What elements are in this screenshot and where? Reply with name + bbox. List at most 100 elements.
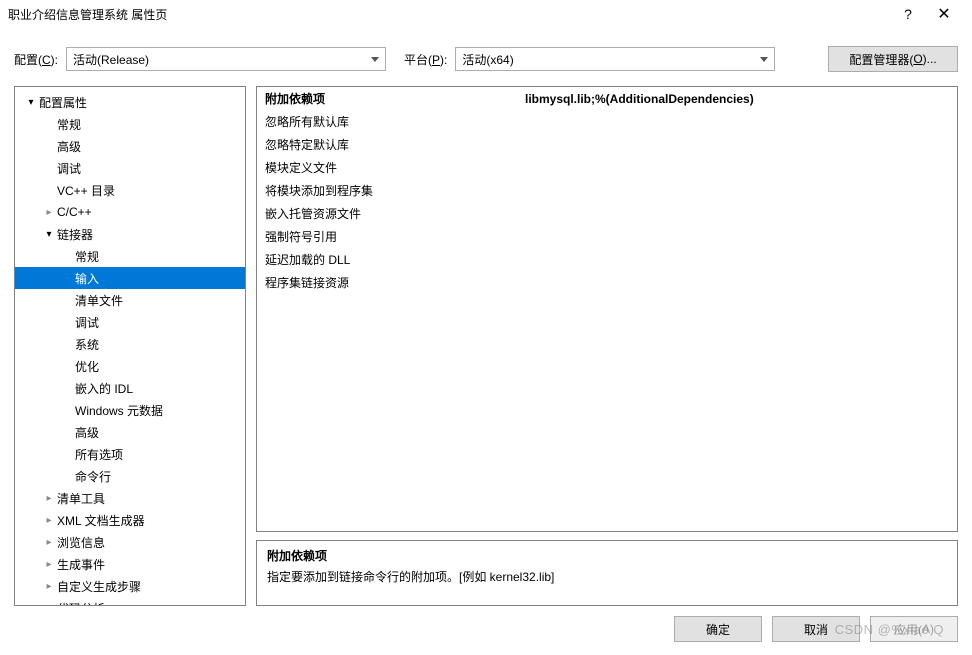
platform-combo-value: 活动(x64) [462, 51, 513, 68]
tree-item-label: 所有选项 [75, 446, 123, 463]
description-title: 附加依赖项 [267, 547, 947, 564]
property-grid[interactable]: 附加依赖项libmysql.lib;%(AdditionalDependenci… [256, 86, 958, 532]
property-name: 模块定义文件 [257, 156, 517, 179]
tree-item[interactable]: 浏览信息 [15, 531, 245, 553]
tree-item-label: 嵌入的 IDL [75, 380, 133, 397]
tree-item-label: 自定义生成步骤 [57, 578, 141, 595]
tree-item-label: 常规 [57, 116, 81, 133]
tree-item[interactable]: 高级 [15, 421, 245, 443]
property-name: 嵌入托管资源文件 [257, 202, 517, 225]
tree-item[interactable]: 常规 [15, 113, 245, 135]
tree-item-label: 高级 [57, 138, 81, 155]
property-row[interactable]: 将模块添加到程序集 [257, 179, 957, 202]
tree-item-label: 清单文件 [75, 292, 123, 309]
tree-item[interactable]: 清单工具 [15, 487, 245, 509]
property-row[interactable]: 强制符号引用 [257, 225, 957, 248]
collapsed-icon[interactable] [43, 537, 55, 548]
window-title: 职业介绍信息管理系统 属性页 [8, 6, 890, 23]
collapsed-icon[interactable] [43, 493, 55, 504]
tree-item[interactable]: 链接器 [15, 223, 245, 245]
platform-label: 平台(P): [404, 51, 447, 68]
property-name: 将模块添加到程序集 [257, 179, 517, 202]
category-tree[interactable]: 配置属性常规高级调试VC++ 目录C/C++链接器常规输入清单文件调试系统优化嵌… [14, 86, 246, 606]
property-value[interactable]: libmysql.lib;%(AdditionalDependencies) [517, 87, 957, 110]
property-row[interactable]: 模块定义文件 [257, 156, 957, 179]
tree-item-label: Windows 元数据 [75, 402, 163, 419]
chevron-down-icon [760, 57, 768, 62]
help-button[interactable]: ? [890, 6, 926, 22]
ok-button[interactable]: 确定 [674, 616, 762, 642]
apply-button: 应用(A) [870, 616, 958, 642]
property-name: 忽略特定默认库 [257, 133, 517, 156]
tree-item[interactable]: XML 文档生成器 [15, 509, 245, 531]
tree-item-label: 调试 [75, 314, 99, 331]
tree-item-label: 调试 [57, 160, 81, 177]
tree-item[interactable]: 调试 [15, 157, 245, 179]
property-name: 忽略所有默认库 [257, 110, 517, 133]
tree-item[interactable]: 优化 [15, 355, 245, 377]
collapsed-icon[interactable] [43, 515, 55, 526]
property-row[interactable]: 嵌入托管资源文件 [257, 202, 957, 225]
tree-item[interactable]: 命令行 [15, 465, 245, 487]
property-row[interactable]: 程序集链接资源 [257, 271, 957, 294]
property-value[interactable] [517, 202, 957, 225]
tree-item[interactable]: 嵌入的 IDL [15, 377, 245, 399]
close-button[interactable]: ✕ [926, 4, 962, 24]
tree-item[interactable]: 系统 [15, 333, 245, 355]
property-value[interactable] [517, 179, 957, 202]
tree-item[interactable]: Windows 元数据 [15, 399, 245, 421]
property-row[interactable]: 延迟加载的 DLL [257, 248, 957, 271]
tree-item-label: 高级 [75, 424, 99, 441]
tree-item[interactable]: VC++ 目录 [15, 179, 245, 201]
property-value[interactable] [517, 110, 957, 133]
collapsed-icon[interactable] [43, 603, 55, 607]
collapsed-icon[interactable] [43, 581, 55, 592]
property-row[interactable]: 忽略所有默认库 [257, 110, 957, 133]
tree-item-label: 浏览信息 [57, 534, 105, 551]
tree-item-label: XML 文档生成器 [57, 512, 145, 529]
property-value[interactable] [517, 225, 957, 248]
tree-item[interactable]: 所有选项 [15, 443, 245, 465]
property-value[interactable] [517, 156, 957, 179]
tree-item[interactable]: 常规 [15, 245, 245, 267]
dialog-footer: 确定 取消 应用(A) [0, 606, 972, 652]
collapsed-icon[interactable] [43, 559, 55, 570]
tree-item-label: 代码分析 [57, 600, 105, 607]
platform-combo[interactable]: 活动(x64) [455, 47, 775, 71]
expanded-icon[interactable] [43, 229, 55, 240]
property-name: 强制符号引用 [257, 225, 517, 248]
tree-item[interactable]: 配置属性 [15, 91, 245, 113]
tree-item[interactable]: 调试 [15, 311, 245, 333]
cancel-button[interactable]: 取消 [772, 616, 860, 642]
property-value[interactable] [517, 271, 957, 294]
property-name: 附加依赖项 [257, 87, 517, 110]
tree-item[interactable]: C/C++ [15, 201, 245, 223]
tree-item[interactable]: 输入 [15, 267, 245, 289]
property-value[interactable] [517, 133, 957, 156]
tree-item[interactable]: 自定义生成步骤 [15, 575, 245, 597]
property-row[interactable]: 忽略特定默认库 [257, 133, 957, 156]
tree-item[interactable]: 高级 [15, 135, 245, 157]
tree-item[interactable]: 代码分析 [15, 597, 245, 606]
expanded-icon[interactable] [25, 97, 37, 108]
chevron-down-icon [371, 57, 379, 62]
config-label: 配置(C): [14, 51, 58, 68]
config-combo-value: 活动(Release) [73, 51, 149, 68]
right-pane: 附加依赖项libmysql.lib;%(AdditionalDependenci… [256, 86, 958, 606]
tree-item-label: 配置属性 [39, 94, 87, 111]
collapsed-icon[interactable] [43, 207, 55, 218]
description-text: 指定要添加到链接命令行的附加项。[例如 kernel32.lib] [267, 568, 947, 585]
tree-item-label: 生成事件 [57, 556, 105, 573]
tree-item-label: VC++ 目录 [57, 182, 115, 199]
description-panel: 附加依赖项 指定要添加到链接命令行的附加项。[例如 kernel32.lib] [256, 540, 958, 606]
tree-item-label: 优化 [75, 358, 99, 375]
property-name: 延迟加载的 DLL [257, 248, 517, 271]
property-name: 程序集链接资源 [257, 271, 517, 294]
tree-item[interactable]: 生成事件 [15, 553, 245, 575]
property-value[interactable] [517, 248, 957, 271]
tree-item[interactable]: 清单文件 [15, 289, 245, 311]
property-row[interactable]: 附加依赖项libmysql.lib;%(AdditionalDependenci… [257, 87, 957, 110]
config-combo[interactable]: 活动(Release) [66, 47, 386, 71]
tree-item-label: C/C++ [57, 205, 92, 219]
config-manager-button[interactable]: 配置管理器(O)... [828, 46, 958, 72]
